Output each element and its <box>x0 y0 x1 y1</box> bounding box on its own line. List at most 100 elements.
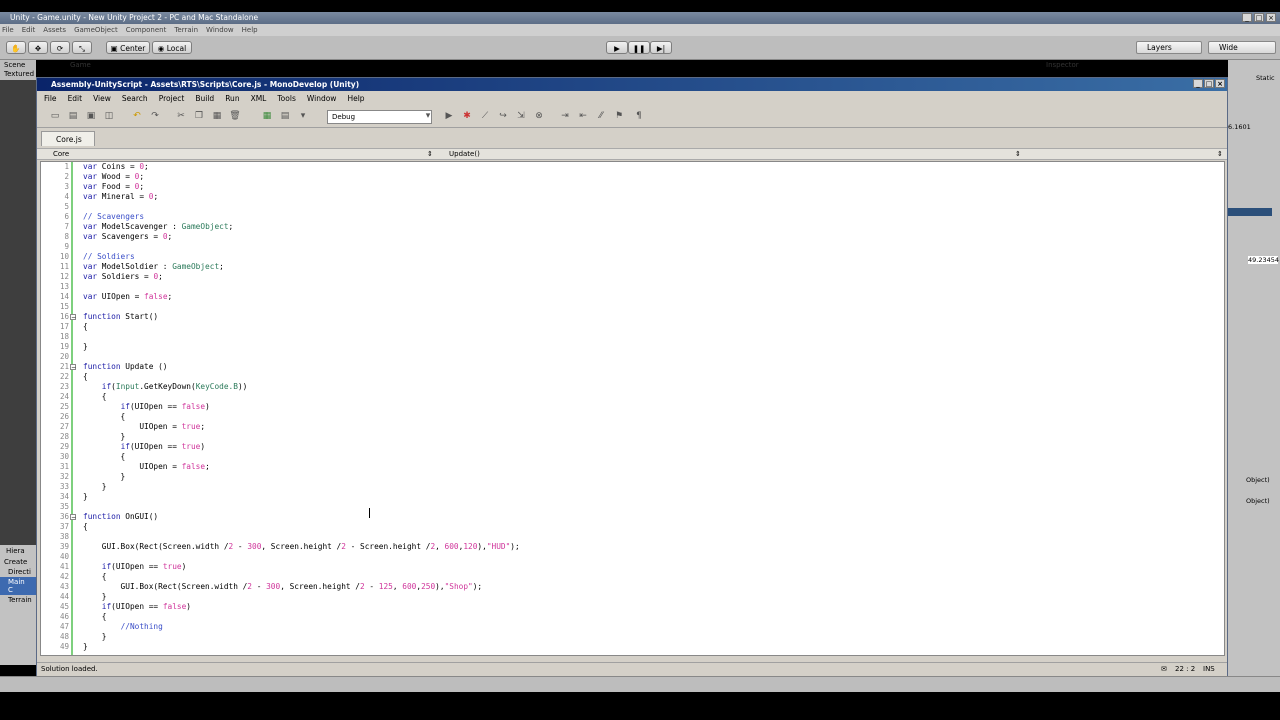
indent-icon[interactable]: ⇥ <box>559 110 571 122</box>
hierarchy-item[interactable]: Terrain <box>0 595 36 605</box>
code-line[interactable]: GUI.Box(Rect(Screen.width /2 - 300, Scre… <box>83 542 520 552</box>
configuration-dropdown[interactable]: Debug <box>327 110 432 124</box>
code-line[interactable]: { <box>83 392 107 402</box>
object-field[interactable]: Object) <box>1246 497 1270 505</box>
code-line[interactable]: { <box>83 572 107 582</box>
unity-menu-edit[interactable]: Edit <box>22 24 36 36</box>
step-icon[interactable]: ▶| <box>650 41 672 54</box>
chevron-updown-icon[interactable]: ⇕ <box>1217 149 1223 160</box>
md-menu-build[interactable]: Build <box>195 92 214 105</box>
run-icon[interactable]: ▶ <box>443 110 455 122</box>
inspector-tab[interactable]: Inspector <box>1046 61 1079 69</box>
code-line[interactable]: UIOpen = false; <box>83 462 209 472</box>
object-field[interactable]: Object) <box>1246 476 1270 484</box>
md-menu-tools[interactable]: Tools <box>277 92 295 105</box>
code-line[interactable]: if(Input.GetKeyDown(KeyCode.B)) <box>83 382 248 392</box>
code-line[interactable]: function Update () <box>83 362 168 372</box>
debug-icon[interactable]: ✱ <box>461 110 473 122</box>
pivot-local-button[interactable]: ◉ Local <box>152 41 192 54</box>
unindent-icon[interactable]: ⇤ <box>577 110 589 122</box>
code-line[interactable]: var Food = 0; <box>83 182 144 192</box>
pause-icon[interactable]: ❚❚ <box>628 41 650 54</box>
unity-menu-assets[interactable]: Assets <box>43 24 66 36</box>
code-line[interactable]: } <box>83 342 88 352</box>
code-line[interactable]: GUI.Box(Rect(Screen.width /2 - 300, Scre… <box>83 582 483 592</box>
code-line[interactable]: var Mineral = 0; <box>83 192 158 202</box>
code-line[interactable]: var Soldiers = 0; <box>83 272 163 282</box>
code-line[interactable]: if(UIOpen == false) <box>83 602 191 612</box>
create-dropdown[interactable]: Create <box>0 557 36 567</box>
code-line[interactable]: //Nothing <box>83 622 163 632</box>
hierarchy-item[interactable]: Directi <box>0 567 36 577</box>
code-line[interactable]: var ModelSoldier : GameObject; <box>83 262 224 272</box>
code-line[interactable]: var Wood = 0; <box>83 172 144 182</box>
unity-menu-help[interactable]: Help <box>242 24 258 36</box>
close-button[interactable]: × <box>1266 13 1276 22</box>
md-close-button[interactable]: × <box>1215 79 1225 88</box>
cut-icon[interactable]: ✂ <box>175 110 187 122</box>
code-line[interactable]: function OnGUI() <box>83 512 158 522</box>
code-line[interactable]: var Coins = 0; <box>83 162 149 172</box>
build-icon[interactable]: ▦ <box>261 110 273 122</box>
save-icon[interactable]: ▣ <box>85 110 97 122</box>
layout-dropdown[interactable]: Wide <box>1208 41 1276 54</box>
code-line[interactable]: } <box>83 472 126 482</box>
hand-tool-icon[interactable]: ✋ <box>6 41 26 54</box>
redo-icon[interactable]: ↷ <box>149 110 161 122</box>
code-line[interactable]: } <box>83 432 126 442</box>
md-menu-search[interactable]: Search <box>122 92 148 105</box>
maximize-button[interactable]: □ <box>1254 13 1264 22</box>
code-line[interactable]: var Scavengers = 0; <box>83 232 172 242</box>
chevron-updown-icon[interactable]: ⇕ <box>427 149 433 160</box>
md-menu-help[interactable]: Help <box>347 92 364 105</box>
path-member-dropdown[interactable]: Update() <box>449 149 480 160</box>
md-maximize-button[interactable]: □ <box>1204 79 1214 88</box>
new-file-icon[interactable]: ▭ <box>49 110 61 122</box>
md-menu-project[interactable]: Project <box>159 92 185 105</box>
code-line[interactable]: if(UIOpen == true) <box>83 442 206 452</box>
md-minimize-button[interactable]: _ <box>1193 79 1203 88</box>
comment-icon[interactable]: ⁄⁄ <box>595 110 607 122</box>
hierarchy-item[interactable]: Main C <box>0 577 36 595</box>
md-menu-xml[interactable]: XML <box>251 92 267 105</box>
hierarchy-tab[interactable]: Hiera <box>0 545 36 557</box>
fold-toggle-icon[interactable]: − <box>70 514 76 521</box>
path-class-dropdown[interactable]: Core <box>53 149 69 160</box>
play-icon[interactable]: ▶ <box>606 41 628 54</box>
save-all-icon[interactable]: ◫ <box>103 110 115 122</box>
copy-icon[interactable]: ❐ <box>193 110 205 122</box>
code-line[interactable]: // Scavengers <box>83 212 144 222</box>
scale-tool-icon[interactable]: ⤡ <box>72 41 92 54</box>
format-icon[interactable]: ¶ <box>633 110 645 122</box>
code-line[interactable]: } <box>83 482 107 492</box>
move-tool-icon[interactable]: ✥ <box>28 41 48 54</box>
unity-menu-window[interactable]: Window <box>206 24 234 36</box>
build-options-icon[interactable]: ▤ <box>279 110 291 122</box>
notification-icon[interactable]: ✉ <box>1161 663 1167 676</box>
paste-icon[interactable]: ▦ <box>211 110 223 122</box>
code-line[interactable]: var ModelScavenger : GameObject; <box>83 222 233 232</box>
unity-menu-component[interactable]: Component <box>126 24 167 36</box>
unity-menu-terrain[interactable]: Terrain <box>174 24 198 36</box>
layers-dropdown[interactable]: Layers <box>1136 41 1202 54</box>
bookmark-icon[interactable]: ⚑ <box>613 110 625 122</box>
delete-icon[interactable]: 🗑 <box>229 110 241 122</box>
code-line[interactable]: var UIOpen = false; <box>83 292 172 302</box>
step-into-icon[interactable]: ⇲ <box>515 110 527 122</box>
code-line[interactable]: } <box>83 492 88 502</box>
code-line[interactable]: UIOpen = true; <box>83 422 205 432</box>
static-checkbox-label[interactable]: Static <box>1256 74 1275 82</box>
tab-core-js[interactable]: Core.js × <box>41 131 95 159</box>
code-line[interactable]: { <box>83 322 88 332</box>
code-line[interactable]: } <box>83 592 107 602</box>
md-menu-window[interactable]: Window <box>307 92 337 105</box>
code-line[interactable]: { <box>83 372 88 382</box>
code-line[interactable]: } <box>83 642 88 652</box>
fold-toggle-icon[interactable]: − <box>70 364 76 371</box>
code-line[interactable]: } <box>83 632 107 642</box>
md-menu-edit[interactable]: Edit <box>68 92 83 105</box>
pivot-center-button[interactable]: ▣ Center <box>106 41 150 54</box>
tab-game[interactable]: Game <box>70 61 91 69</box>
stop-icon[interactable]: ⊗ <box>533 110 545 122</box>
chevron-down-icon[interactable]: ▾ <box>297 110 309 122</box>
